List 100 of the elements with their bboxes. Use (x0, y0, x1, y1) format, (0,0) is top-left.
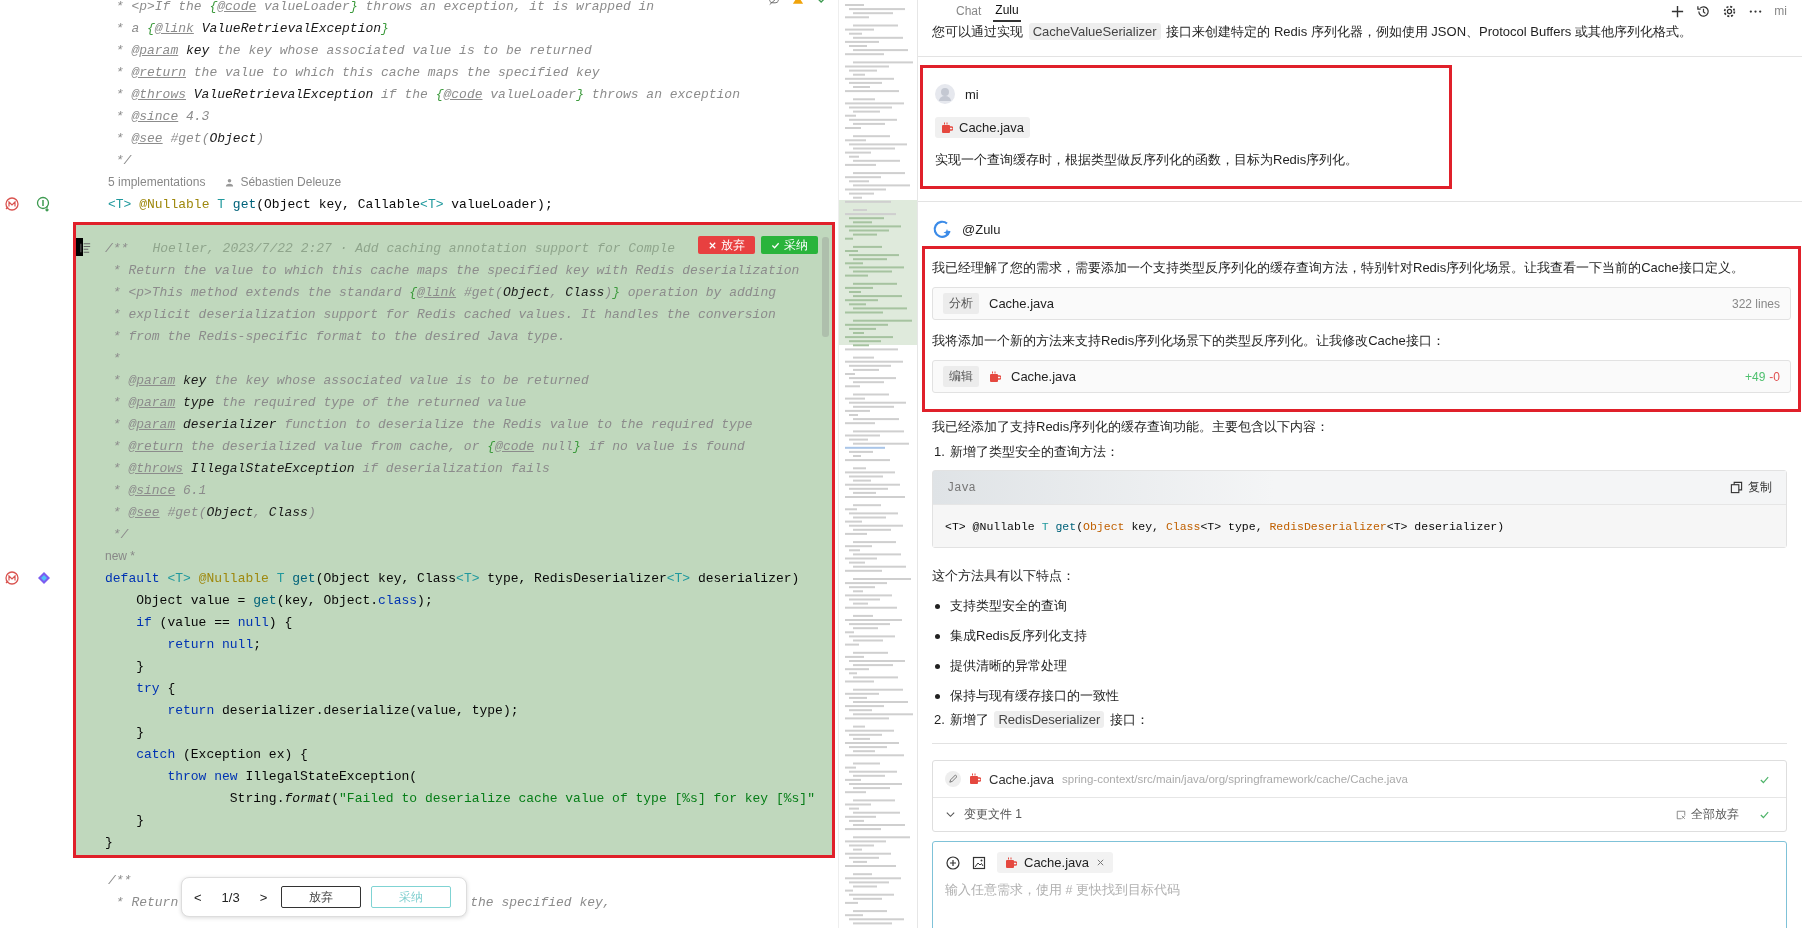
file-chip[interactable]: Cache.java (997, 852, 1114, 873)
code-line: try { (135, 680, 176, 696)
code-line: * @see #get(Object) (114, 130, 265, 146)
override-icon[interactable] (4, 570, 20, 586)
person-icon (225, 177, 235, 187)
author-name: mi (965, 86, 979, 102)
file-name[interactable]: Cache.java (989, 771, 1055, 787)
message-text: 我已经添加了支持Redis序列化的缓存查询功能。主要包含以下内容： (932, 418, 1331, 436)
scrollbar-thumb[interactable] (822, 237, 829, 337)
close-icon (708, 240, 717, 250)
copy-button[interactable]: 复制 (1730, 479, 1772, 496)
list-item-text: 支持类型安全的查询 (950, 597, 1067, 615)
check-icon (771, 240, 780, 250)
previous-button[interactable]: < (190, 889, 206, 905)
code-line: the specified key, (470, 894, 611, 910)
plus-icon[interactable] (1670, 3, 1686, 19)
pencil-icon (945, 771, 961, 787)
tab[interactable]: Zulu (993, 0, 1021, 22)
code-line: * (111, 350, 121, 366)
list-item-text: 提供清晰的异常处理 (950, 657, 1067, 675)
code-line: * @since 6.1 (111, 482, 207, 498)
code-line: */ (111, 526, 129, 542)
bullet-dot (935, 663, 940, 669)
list-item-text: 集成Redis反序列化支持 (950, 627, 1088, 645)
bullet-dot (935, 633, 940, 639)
added-count: +49 (1744, 369, 1766, 384)
message-text: 实现一个查询缓存时，根据类型做反序列化的函数，目标为Redis序列化。 (935, 151, 1360, 169)
cup-icon (1005, 856, 1017, 869)
diamond-icon[interactable] (36, 570, 52, 586)
code-line: * from the Redis-specific format to the desired Java type. (111, 328, 566, 344)
code-line: if (value == null) { (135, 614, 293, 630)
code-line: <T> @Nullable T get(Object key, Callable<T> valueLoader); (108, 196, 553, 212)
inlay-hint[interactable]: 5 implementations (108, 175, 206, 189)
cup-icon (969, 773, 981, 785)
code-line: * Return the value to which this cache maps the specified key with Redis deserialization (111, 262, 800, 278)
structure-icon[interactable] (79, 241, 92, 254)
file-path: spring-context/src/main/java/org/springframework/cache/Cache.java (1062, 773, 1408, 785)
inlay-hint[interactable]: Sébastien Deleuze (240, 175, 342, 189)
list-item-text: 新增了 RedisDeserializer 接口： (949, 710, 1149, 730)
code-line: * @since 4.3 (114, 108, 210, 124)
tool-card[interactable]: 编辑 Cache.java +49 -0 (932, 360, 1791, 393)
action-tag: 编辑 (943, 366, 979, 387)
code-line: * Return (114, 894, 179, 910)
code-line: /** (105, 240, 129, 256)
list-number: 2. (934, 711, 945, 729)
file-name[interactable]: Cache.java (1011, 369, 1077, 384)
settings-icon[interactable] (1722, 3, 1738, 19)
cup-icon (941, 121, 953, 134)
code-line: /** (108, 872, 132, 888)
code-line: <T> @Nullable T get(Object key, Class<T> type, RedisDeserializer<T> deserializer) (945, 519, 1505, 533)
code-line: Object value = get(key, Object.class); (135, 592, 433, 608)
code-line: */ (114, 152, 132, 168)
code-language: Java (947, 480, 976, 495)
history-icon[interactable] (1696, 3, 1712, 19)
code-line: } (135, 812, 144, 828)
close-icon[interactable] (1096, 858, 1106, 867)
tool-card[interactable]: 分析 Cache.java 322 lines (932, 287, 1791, 320)
next-button[interactable]: > (255, 889, 272, 905)
code-line: * @return the deserialized value from cache, or {@code null} if no value is found (111, 438, 745, 454)
code-line: } (135, 724, 144, 740)
code-line: * @param deserializer function to deserialize the Redis value to the required type (111, 416, 753, 432)
discard-icon (1676, 809, 1686, 820)
add-circle-icon[interactable] (945, 854, 961, 871)
chevron-down-icon[interactable] (945, 809, 956, 820)
discard-all-button[interactable]: 全部放弃 (1676, 806, 1739, 823)
changed-files-label[interactable]: 变更文件 1 (964, 806, 1022, 823)
text-cursor (76, 238, 83, 256)
discard-button[interactable]: 放弃 (281, 886, 362, 908)
code-line: throw new IllegalStateException( (166, 768, 418, 784)
file-name[interactable]: Cache.java (989, 296, 1055, 311)
code-line: } (105, 834, 113, 850)
list-item-text: 新增了类型安全的查询方法： (949, 443, 1119, 461)
code-line: catch (Exception ex) { (135, 746, 308, 762)
code-line: * a {@link ValueRetrievalException} (114, 20, 389, 36)
implemented-icon[interactable] (36, 196, 52, 212)
tab[interactable]: Chat (954, 0, 984, 22)
bullet-dot (935, 603, 940, 609)
change-counter: 1/3 (221, 889, 240, 905)
image-icon[interactable] (971, 854, 987, 871)
list-number: 1. (934, 443, 945, 461)
line-count: 322 lines (1731, 296, 1780, 311)
removed-count: -0 (1769, 369, 1780, 384)
sparkle-ring-icon (932, 219, 952, 239)
user-name[interactable]: mi (1774, 4, 1787, 18)
copy-icon (1730, 481, 1743, 494)
list-item-text: 保持与现有缓存接口的一致性 (950, 687, 1119, 705)
code-line: return null; (166, 636, 262, 652)
code-line: } (135, 658, 144, 674)
avatar-icon (935, 84, 955, 104)
file-chip[interactable]: Cache.java (935, 117, 1031, 138)
code-line: * <p>This method extends the standard {@link #get(Object, Class)} operation by adding (111, 284, 776, 300)
action-tag: 分析 (943, 293, 979, 314)
message-text: 我将添加一个新的方法来支持Redis序列化场景下的类型反序列化。让我修改Cache接口： (932, 332, 1446, 350)
code-line: * explicit deserialization support for Redis cached values. It handles the conversion (111, 306, 776, 322)
override-icon[interactable] (4, 196, 20, 212)
code-line: default <T> @Nullable T get(Object key, Class<T> type, RedisDeserializer<T> deserializer) (105, 570, 800, 586)
code-line: * <p>If the {@code valueLoader} throws an exception, it is wrapped in (114, 0, 655, 14)
code-line: * @param type the required type of the returned value (111, 394, 527, 410)
chat-input[interactable]: Cache.java 输入任意需求，使用 # 更快找到目标代码 (932, 841, 1787, 928)
discard-button[interactable]: 放弃 (698, 236, 755, 254)
